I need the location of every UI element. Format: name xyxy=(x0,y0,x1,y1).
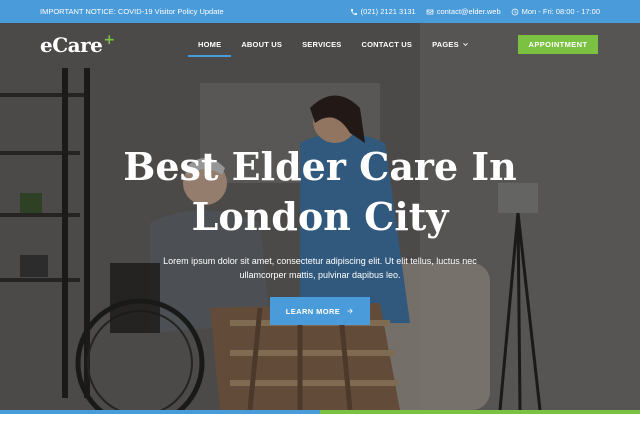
hero-title: Best Elder Care In London City xyxy=(0,142,640,242)
learn-more-label: LEARN MORE xyxy=(285,306,341,316)
main-nav: HOME ABOUT US SERVICES CONTACT US PAGES xyxy=(188,34,479,57)
envelope-icon xyxy=(426,9,434,14)
clock-icon xyxy=(511,8,518,15)
arrow-right-icon xyxy=(347,308,353,314)
bottom-accent-bar-green xyxy=(320,410,640,414)
nav-item-about-us[interactable]: ABOUT US xyxy=(231,34,292,57)
email-text: contact@elder.web xyxy=(436,7,501,16)
bottom-accent-bar-blue xyxy=(0,410,320,414)
chevron-down-icon xyxy=(462,43,468,46)
nav-item-label: HOME xyxy=(198,40,222,49)
phone-icon xyxy=(350,8,357,15)
nav-item-label: PAGES xyxy=(432,40,459,49)
phone-text: (021) 2121 3131 xyxy=(360,7,416,16)
nav-item-contact-us[interactable]: CONTACT US xyxy=(352,34,423,57)
hero-title-line-1: Best Elder Care In xyxy=(123,144,517,189)
nav-item-label: ABOUT US xyxy=(241,40,283,49)
nav-item-home[interactable]: HOME xyxy=(188,34,232,57)
hero-title-line-2: London City xyxy=(191,194,449,239)
brand-plus-mark: + xyxy=(103,32,115,48)
email-info[interactable]: contact@elder.web xyxy=(426,7,501,16)
appointment-button[interactable]: APPOINTMENT xyxy=(518,35,598,54)
learn-more-button[interactable]: LEARN MORE xyxy=(270,297,370,325)
nav-item-pages[interactable]: PAGES xyxy=(422,34,479,57)
nav-item-label: SERVICES xyxy=(302,40,342,49)
top-notice-bar: IMPORTANT NOTICE: COVID-19 Visitor Polic… xyxy=(0,0,640,23)
phone-info[interactable]: (021) 2121 3131 xyxy=(350,7,416,16)
hours-info: Mon - Fri: 08:00 - 17:00 xyxy=(511,7,600,16)
nav-item-services[interactable]: SERVICES xyxy=(292,34,351,57)
nav-item-label: CONTACT US xyxy=(361,40,413,49)
brand-name: eCare xyxy=(40,33,103,57)
hours-text: Mon - Fri: 08:00 - 17:00 xyxy=(521,7,600,16)
hero-description: Lorem ipsum dolor sit amet, consectetur … xyxy=(163,256,477,280)
notice-text[interactable]: IMPORTANT NOTICE: COVID-19 Visitor Polic… xyxy=(40,7,224,16)
contact-info: (021) 2121 3131 contact@elder.web Mon - … xyxy=(350,7,600,16)
brand-logo[interactable]: eCare+ xyxy=(40,32,115,57)
